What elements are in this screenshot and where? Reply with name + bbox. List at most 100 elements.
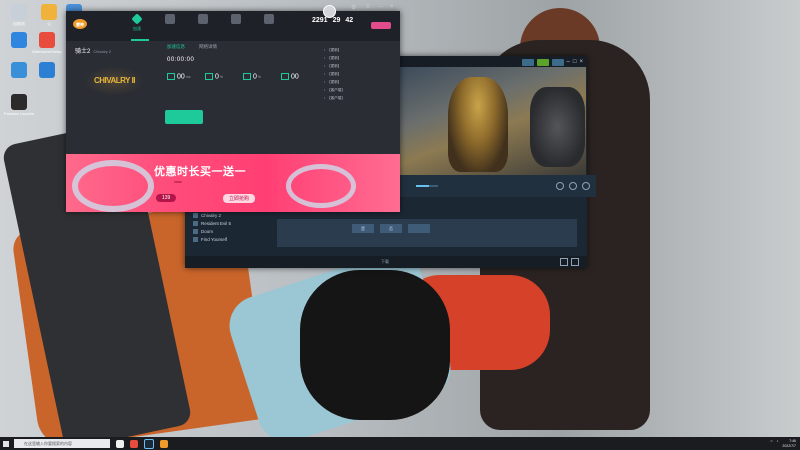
library-item[interactable]: Chivalry 2 (193, 211, 273, 219)
library-item[interactable]: Doom (193, 227, 273, 235)
task-view-icon[interactable] (116, 439, 124, 448)
desktop-icon[interactable]: AfterburnerSetup (32, 32, 62, 54)
accelerate-timer: 00:00:00 (167, 57, 195, 63)
announcement-panel: 【更新】 【更新】 【更新】 【更新】 【更新】 【客户端】 【客户端】 (324, 43, 396, 104)
game-icon (193, 236, 198, 242)
game-cover: CHIVALRY II (84, 66, 144, 96)
downloads-button[interactable]: 下载 (381, 259, 389, 264)
menu-icon[interactable]: ≡ (366, 4, 370, 10)
bracelet-graphic (72, 160, 154, 212)
tab-network-details[interactable]: 网络详情 (199, 44, 217, 50)
user-info: 2291 29 42 (312, 17, 354, 24)
stat-packet-loss: 0% (243, 73, 273, 82)
accelerator-window: 雷神 加速 2291 29 42 ⚙ ≡ – × 骑士2 Chivalry 2 C… (66, 4, 400, 212)
rocket-icon (131, 13, 143, 25)
steam-notify-button[interactable] (521, 58, 534, 66)
recycle-bin-icon (11, 4, 27, 20)
stop-accelerate-button[interactable] (165, 110, 203, 124)
announcement-item[interactable]: 【更新】 (324, 72, 396, 80)
promo-price: 139 (156, 194, 177, 202)
review-yes-button[interactable]: 是 (352, 224, 374, 233)
game-title: 骑士2 Chivalry 2 (75, 49, 112, 55)
nav-accelerate[interactable]: 加速 (125, 13, 149, 32)
steam-avatar-button[interactable] (551, 58, 564, 66)
briefcase-icon (231, 14, 241, 24)
download-progress (416, 185, 438, 187)
crown-icon (264, 14, 274, 24)
announcement-item[interactable]: 【客户端】 (324, 96, 396, 104)
taskbar-search[interactable]: 在这里输入你要搜索的内容 (14, 439, 110, 448)
accelerator-taskbar-icon[interactable] (160, 439, 168, 448)
info-tabs: 加速信息 网络详情 (167, 44, 217, 50)
steam-taskbar-icon[interactable] (144, 438, 154, 449)
start-button[interactable] (0, 437, 12, 450)
stat-latency: 00ms (167, 73, 197, 82)
knight-figure (448, 77, 508, 172)
active-tab-indicator (131, 39, 149, 41)
desktop-icon[interactable] (4, 32, 34, 50)
game-icon (193, 220, 198, 226)
review-no-button[interactable]: 否 (380, 224, 402, 233)
library-item[interactable]: Resident Evil 5 (193, 219, 273, 227)
latency-icon (167, 73, 175, 80)
settings-icon[interactable] (556, 182, 564, 190)
gamepad-icon (198, 14, 208, 24)
wallpaper-black-shape (300, 270, 450, 420)
desktop-icon[interactable]: 回收站 (4, 4, 34, 26)
game-icon (193, 228, 198, 234)
close-icon[interactable]: × (579, 59, 583, 65)
library-item[interactable]: Find Yourself (193, 235, 273, 243)
info-icon[interactable] (569, 182, 577, 190)
tab-accelerate-info[interactable]: 加速信息 (167, 44, 185, 50)
horse-figure (530, 87, 585, 167)
app-taskbar-icon[interactable] (130, 439, 138, 448)
nav-item[interactable] (257, 14, 281, 27)
nav-item[interactable] (191, 14, 215, 27)
shop-icon (165, 14, 175, 24)
minimize-icon[interactable]: – (567, 59, 570, 65)
announcement-item[interactable]: 【更新】 (324, 48, 396, 56)
settings-icon[interactable]: ⚙ (351, 4, 356, 11)
game-hero-image (400, 67, 586, 175)
chat-icon[interactable] (571, 258, 579, 266)
network-stats: 00ms 0% 0% 00 (167, 73, 311, 82)
app-icon (39, 32, 55, 48)
nav-item[interactable] (158, 14, 182, 27)
steam-friends-button[interactable] (536, 58, 549, 66)
desktop-icon[interactable]: Paradox Launcher v2 (4, 94, 34, 116)
accelerator-nav: 雷神 加速 2291 29 42 ⚙ ≡ – × (66, 4, 400, 41)
desktop-icon[interactable] (4, 62, 34, 80)
stat-optimize: 0% (205, 73, 235, 82)
close-icon[interactable]: × (390, 4, 394, 10)
promo-banner[interactable]: 优惠时长买一送一 139 立即抢购 (66, 154, 400, 212)
friends-icon[interactable] (560, 258, 568, 266)
clock[interactable]: 7:46 2022/7/7 (782, 439, 796, 447)
promo-title: 优惠时长买一送一 (154, 166, 246, 178)
game-library-list: Chivalry 2 Resident Evil 5 Doom Find You… (193, 211, 273, 243)
announcement-item[interactable]: 【更新】 (324, 56, 396, 64)
favorite-icon[interactable] (582, 182, 590, 190)
nav-item[interactable] (224, 14, 248, 27)
app-icon (41, 4, 57, 20)
game-icon (193, 212, 198, 218)
desktop-icon[interactable] (32, 62, 62, 80)
taskbar: 在这里输入你要搜索的内容 ⌂ ♪ 7:46 2022/7/7 (0, 437, 800, 450)
announcement-item[interactable]: 【更新】 (324, 80, 396, 88)
system-tray: ⌂ ♪ 7:46 2022/7/7 (771, 439, 800, 447)
optimize-icon (205, 73, 213, 80)
stat-jitter: 00 (281, 73, 311, 82)
announcement-item[interactable]: 【客户端】 (324, 88, 396, 96)
steam-footer: 下载 (185, 256, 587, 268)
vip-button[interactable] (371, 22, 391, 29)
monitor-icon (11, 62, 27, 78)
app-icon (11, 32, 27, 48)
announcement-item[interactable]: 【更新】 (324, 64, 396, 72)
volume-icon[interactable]: ♪ (777, 439, 779, 447)
minimize-icon[interactable]: – (379, 4, 382, 10)
app-icon (11, 94, 27, 110)
promo-buy-button[interactable]: 立即抢购 (223, 194, 256, 203)
review-later-button[interactable] (408, 224, 430, 233)
bracelet-graphic (286, 164, 356, 208)
network-icon[interactable]: ⌂ (771, 439, 773, 447)
maximize-icon[interactable]: □ (573, 59, 577, 65)
